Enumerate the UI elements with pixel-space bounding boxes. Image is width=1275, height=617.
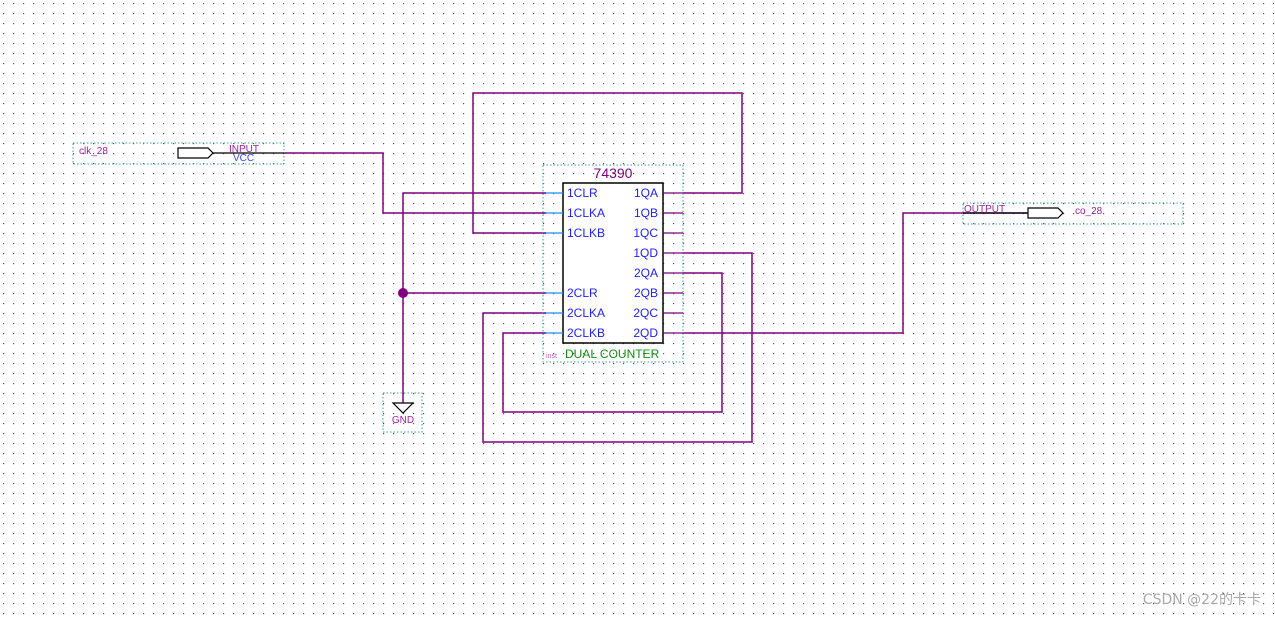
junction-dot [398, 288, 408, 298]
component-name: 74390 [594, 165, 633, 181]
pin-label: 1QC [633, 226, 658, 240]
pin-label: 1QD [633, 246, 658, 260]
pin-label: 2CLKB [567, 326, 605, 340]
pin-label: 1CLR [567, 186, 598, 200]
output-pin-name: co_28 [1075, 206, 1103, 217]
pin-label: 2QB [634, 286, 658, 300]
ground-label: GND [392, 415, 414, 426]
pin-label: 2QD [633, 326, 658, 340]
output-pin-type: OUTPUT [964, 204, 1005, 215]
pin-label: 1CLKA [567, 206, 605, 220]
pin-label: 2CLKA [567, 306, 605, 320]
pin-label: 1QA [634, 186, 658, 200]
schematic-canvas[interactable]: clk_28 INPUT VCC GND 74390 inst DUAL COU… [0, 0, 1275, 617]
pin-label: 2QC [633, 306, 658, 320]
component-description: DUAL COUNTER [565, 347, 660, 361]
output-pin-icon [1027, 207, 1064, 219]
pin-label: 2QA [634, 266, 658, 280]
input-pin-icon [177, 147, 214, 159]
watermark: CSDN @22的卡卡 [1142, 592, 1261, 608]
pin-label: 2CLR [567, 286, 598, 300]
input-pin-default: VCC [233, 153, 254, 164]
component-74390[interactable]: 74390 inst DUAL COUNTER 1CLR 1CLKA 1CLKB 2C… [542, 164, 684, 363]
input-pin-name: clk_28 [79, 146, 108, 157]
instance-name: inst [546, 353, 557, 360]
pin-label: 1CLKB [567, 226, 605, 240]
pin-label: 1QB [634, 206, 658, 220]
